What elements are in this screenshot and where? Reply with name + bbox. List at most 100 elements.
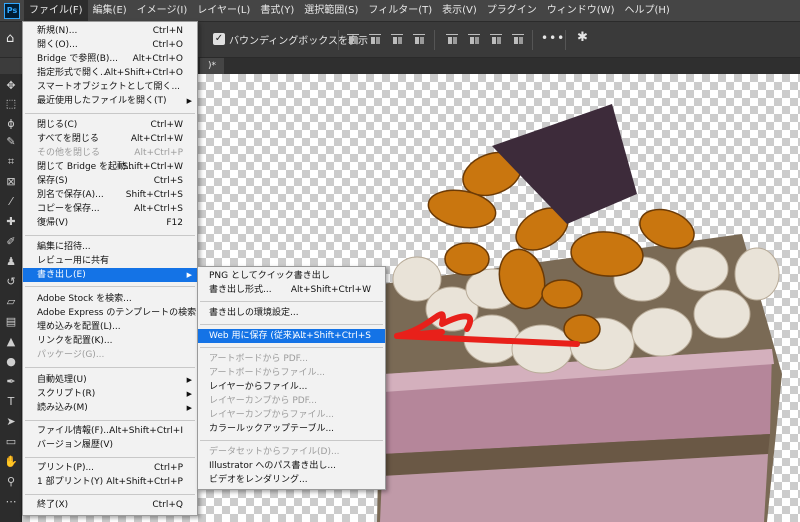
document-tab[interactable]: )* — [200, 58, 225, 74]
submenu-arrow-icon: ▶ — [186, 271, 192, 279]
history-brush-tool-icon[interactable]: ↺ — [3, 274, 19, 290]
menu-window[interactable]: ウィンドウ(W) — [542, 0, 620, 22]
menu-item-exit[interactable]: 終了(X) Ctrl+Q — [23, 498, 197, 512]
menu-item-save-as[interactable]: 別名で保存(A)... Shift+Ctrl+S — [23, 188, 197, 202]
menu-item-save[interactable]: 保存(S) Ctrl+S — [23, 174, 197, 188]
menu-divider — [25, 420, 195, 421]
menu-help[interactable]: ヘルプ(H) — [619, 0, 674, 22]
distribute-middle-icon[interactable] — [467, 32, 481, 46]
menu-item-place-linked[interactable]: リンクを配置(K)... — [23, 334, 197, 348]
menu-item-open-recent[interactable]: 最近使用したファイルを開く(T) ▶ — [23, 94, 197, 108]
menu-item-search-express-templates[interactable]: Adobe Express のテンプレートの検索... — [23, 306, 205, 320]
menu-divider — [200, 347, 383, 348]
menu-item-automate[interactable]: 自動処理(U) ▶ — [23, 373, 197, 387]
options-divider — [565, 30, 566, 50]
eraser-tool-icon[interactable]: ▱ — [3, 294, 19, 310]
menu-edit[interactable]: 編集(E) — [88, 0, 132, 22]
menu-layer[interactable]: レイヤー(L) — [192, 0, 255, 22]
brush-tool-icon[interactable]: ✐ — [3, 234, 19, 250]
menu-divider — [200, 440, 383, 441]
menu-item-export-preferences[interactable]: 書き出しの環境設定... — [198, 306, 385, 320]
menu-item-close[interactable]: 閉じる(C) Ctrl+W — [23, 118, 197, 132]
align-top-icon[interactable] — [412, 32, 426, 46]
menu-item-close-all[interactable]: すべてを閉じる Alt+Ctrl+W — [23, 132, 197, 146]
menu-item-browse-in-bridge[interactable]: Bridge で参照(B)... Alt+Ctrl+O — [23, 52, 197, 66]
menu-item-save-a-copy[interactable]: コピーを保存... Alt+Ctrl+S — [23, 202, 197, 216]
distribute-bottom-icon[interactable] — [489, 32, 503, 46]
align-left-icon[interactable] — [346, 32, 360, 46]
marquee-tool-icon[interactable]: ⬚ — [3, 96, 19, 112]
menu-filter[interactable]: フィルター(T) — [363, 0, 437, 22]
gradient-tool-icon[interactable]: ▤ — [3, 314, 19, 330]
type-tool-icon[interactable]: T — [3, 394, 19, 410]
quick-select-tool-icon[interactable]: ✎ — [3, 134, 19, 150]
menu-type[interactable]: 書式(Y) — [255, 0, 299, 22]
menu-item-print-one-copy[interactable]: 1 部プリント(Y) Alt+Shift+Ctrl+P — [23, 475, 197, 489]
align-center-icon[interactable] — [368, 32, 382, 46]
menu-item-artboards-to-files: アートボードからファイル... — [209, 368, 326, 378]
menu-item-invite-to-edit[interactable]: 編集に招待... — [23, 240, 197, 254]
menu-item-layer-comps-to-files: レイヤーカンプからファイル... — [209, 410, 335, 420]
menu-item-save-for-web[interactable]: Web 用に保存 (従来)... Alt+Shift+Ctrl+S — [198, 329, 385, 343]
align-right-icon[interactable] — [390, 32, 404, 46]
menu-item-close-others: その他を閉じる Alt+Ctrl+P — [37, 148, 183, 158]
menu-item-close-and-go-to-bridge[interactable]: 閉じて Bridge を起動... Shift+Ctrl+W — [23, 160, 197, 174]
menu-item-color-lookup-tables[interactable]: カラールックアップテーブル... — [198, 422, 385, 436]
bounding-box-checkbox[interactable]: ✓ — [213, 33, 225, 45]
distribute-horizontal-icon[interactable] — [511, 32, 525, 46]
menu-divider — [25, 113, 195, 114]
menu-item-open-as[interactable]: 指定形式で開く... Alt+Shift+Ctrl+O — [23, 66, 197, 80]
menu-item-share-for-review[interactable]: レビュー用に共有 — [23, 254, 197, 268]
menu-item-file-info[interactable]: ファイル情報(F)... Alt+Shift+Ctrl+I — [23, 424, 197, 438]
home-icon[interactable]: ⌂ — [6, 31, 14, 46]
menu-item-revert[interactable]: 復帰(V) F12 — [23, 216, 197, 230]
menu-item-import[interactable]: 読み込み(M) ▶ — [23, 401, 197, 415]
clone-stamp-tool-icon[interactable]: ♟ — [3, 254, 19, 270]
menu-item-quick-export-png[interactable]: PNG としてクイック書き出し — [198, 269, 385, 283]
zoom-tool-icon[interactable]: ⚲ — [3, 474, 19, 490]
file-menu: 新規(N)... Ctrl+N 開く(O)... Ctrl+O Bridge で参照… — [22, 21, 205, 516]
menu-plugins[interactable]: プラグイン — [482, 0, 542, 22]
menu-item-print[interactable]: プリント(P)... Ctrl+P — [23, 461, 197, 475]
menu-view[interactable]: 表示(V) — [437, 0, 482, 22]
blur-tool-icon[interactable]: ▲ — [3, 334, 19, 350]
dodge-tool-icon[interactable]: ● — [3, 354, 19, 370]
submenu-arrow-icon: ▶ — [186, 376, 192, 384]
menu-item-place-embedded[interactable]: 埋め込みを配置(L)... — [23, 320, 197, 334]
menu-item-layers-to-files[interactable]: レイヤーからファイル... — [198, 380, 385, 394]
menu-divider — [25, 494, 195, 495]
edit-toolbar-icon[interactable]: ⋯ — [3, 494, 19, 510]
move-tool-icon[interactable]: ✥ — [3, 78, 19, 94]
menu-select[interactable]: 選択範囲(S) — [299, 0, 363, 22]
menu-item-search-adobe-stock[interactable]: Adobe Stock を検索... — [23, 292, 197, 306]
healing-brush-tool-icon[interactable]: ✚ — [3, 214, 19, 230]
eyedropper-tool-icon[interactable]: ⁄ — [3, 194, 19, 210]
menu-divider — [200, 301, 383, 302]
path-select-tool-icon[interactable]: ➤ — [3, 414, 19, 430]
menu-item-version-history[interactable]: バージョン履歴(V) — [23, 438, 197, 452]
menu-item-open-as-smart-object[interactable]: スマートオブジェクトとして開く... — [23, 80, 197, 94]
menu-item-export[interactable]: 書き出し(E) ▶ — [23, 268, 197, 282]
submenu-arrow-icon: ▶ — [186, 390, 192, 398]
more-options-icon[interactable]: ••• — [541, 31, 565, 45]
menu-item-scripts[interactable]: スクリプト(R) ▶ — [23, 387, 197, 401]
submenu-arrow-icon: ▶ — [186, 97, 192, 105]
distribute-top-icon[interactable] — [445, 32, 459, 46]
menu-file[interactable]: ファイル(F) — [24, 0, 88, 22]
menu-item-new[interactable]: 新規(N)... Ctrl+N — [23, 24, 197, 38]
menu-item-paths-to-illustrator[interactable]: Illustrator へのパス書き出し... — [198, 459, 385, 473]
menu-item-artboards-to-pdf: アートボードから PDF... — [209, 354, 308, 364]
hand-tool-icon[interactable]: ✋ — [3, 454, 19, 470]
rectangle-tool-icon[interactable]: ▭ — [3, 434, 19, 450]
menu-item-export-as[interactable]: 書き出し形式... Alt+Shift+Ctrl+W — [198, 283, 385, 297]
menu-item-package: パッケージ(G)... — [37, 350, 105, 360]
menu-image[interactable]: イメージ(I) — [132, 0, 193, 22]
crop-tool-icon[interactable]: ⌗ — [3, 154, 19, 170]
menu-item-render-video[interactable]: ビデオをレンダリング... — [198, 473, 385, 487]
frame-tool-icon[interactable]: ⊠ — [3, 174, 19, 190]
menu-divider — [25, 235, 195, 236]
gear-icon[interactable]: ✱ — [577, 30, 588, 45]
lasso-tool-icon[interactable]: ϕ — [3, 116, 19, 132]
menu-item-open[interactable]: 開く(O)... Ctrl+O — [23, 38, 197, 52]
pen-tool-icon[interactable]: ✒ — [3, 374, 19, 390]
